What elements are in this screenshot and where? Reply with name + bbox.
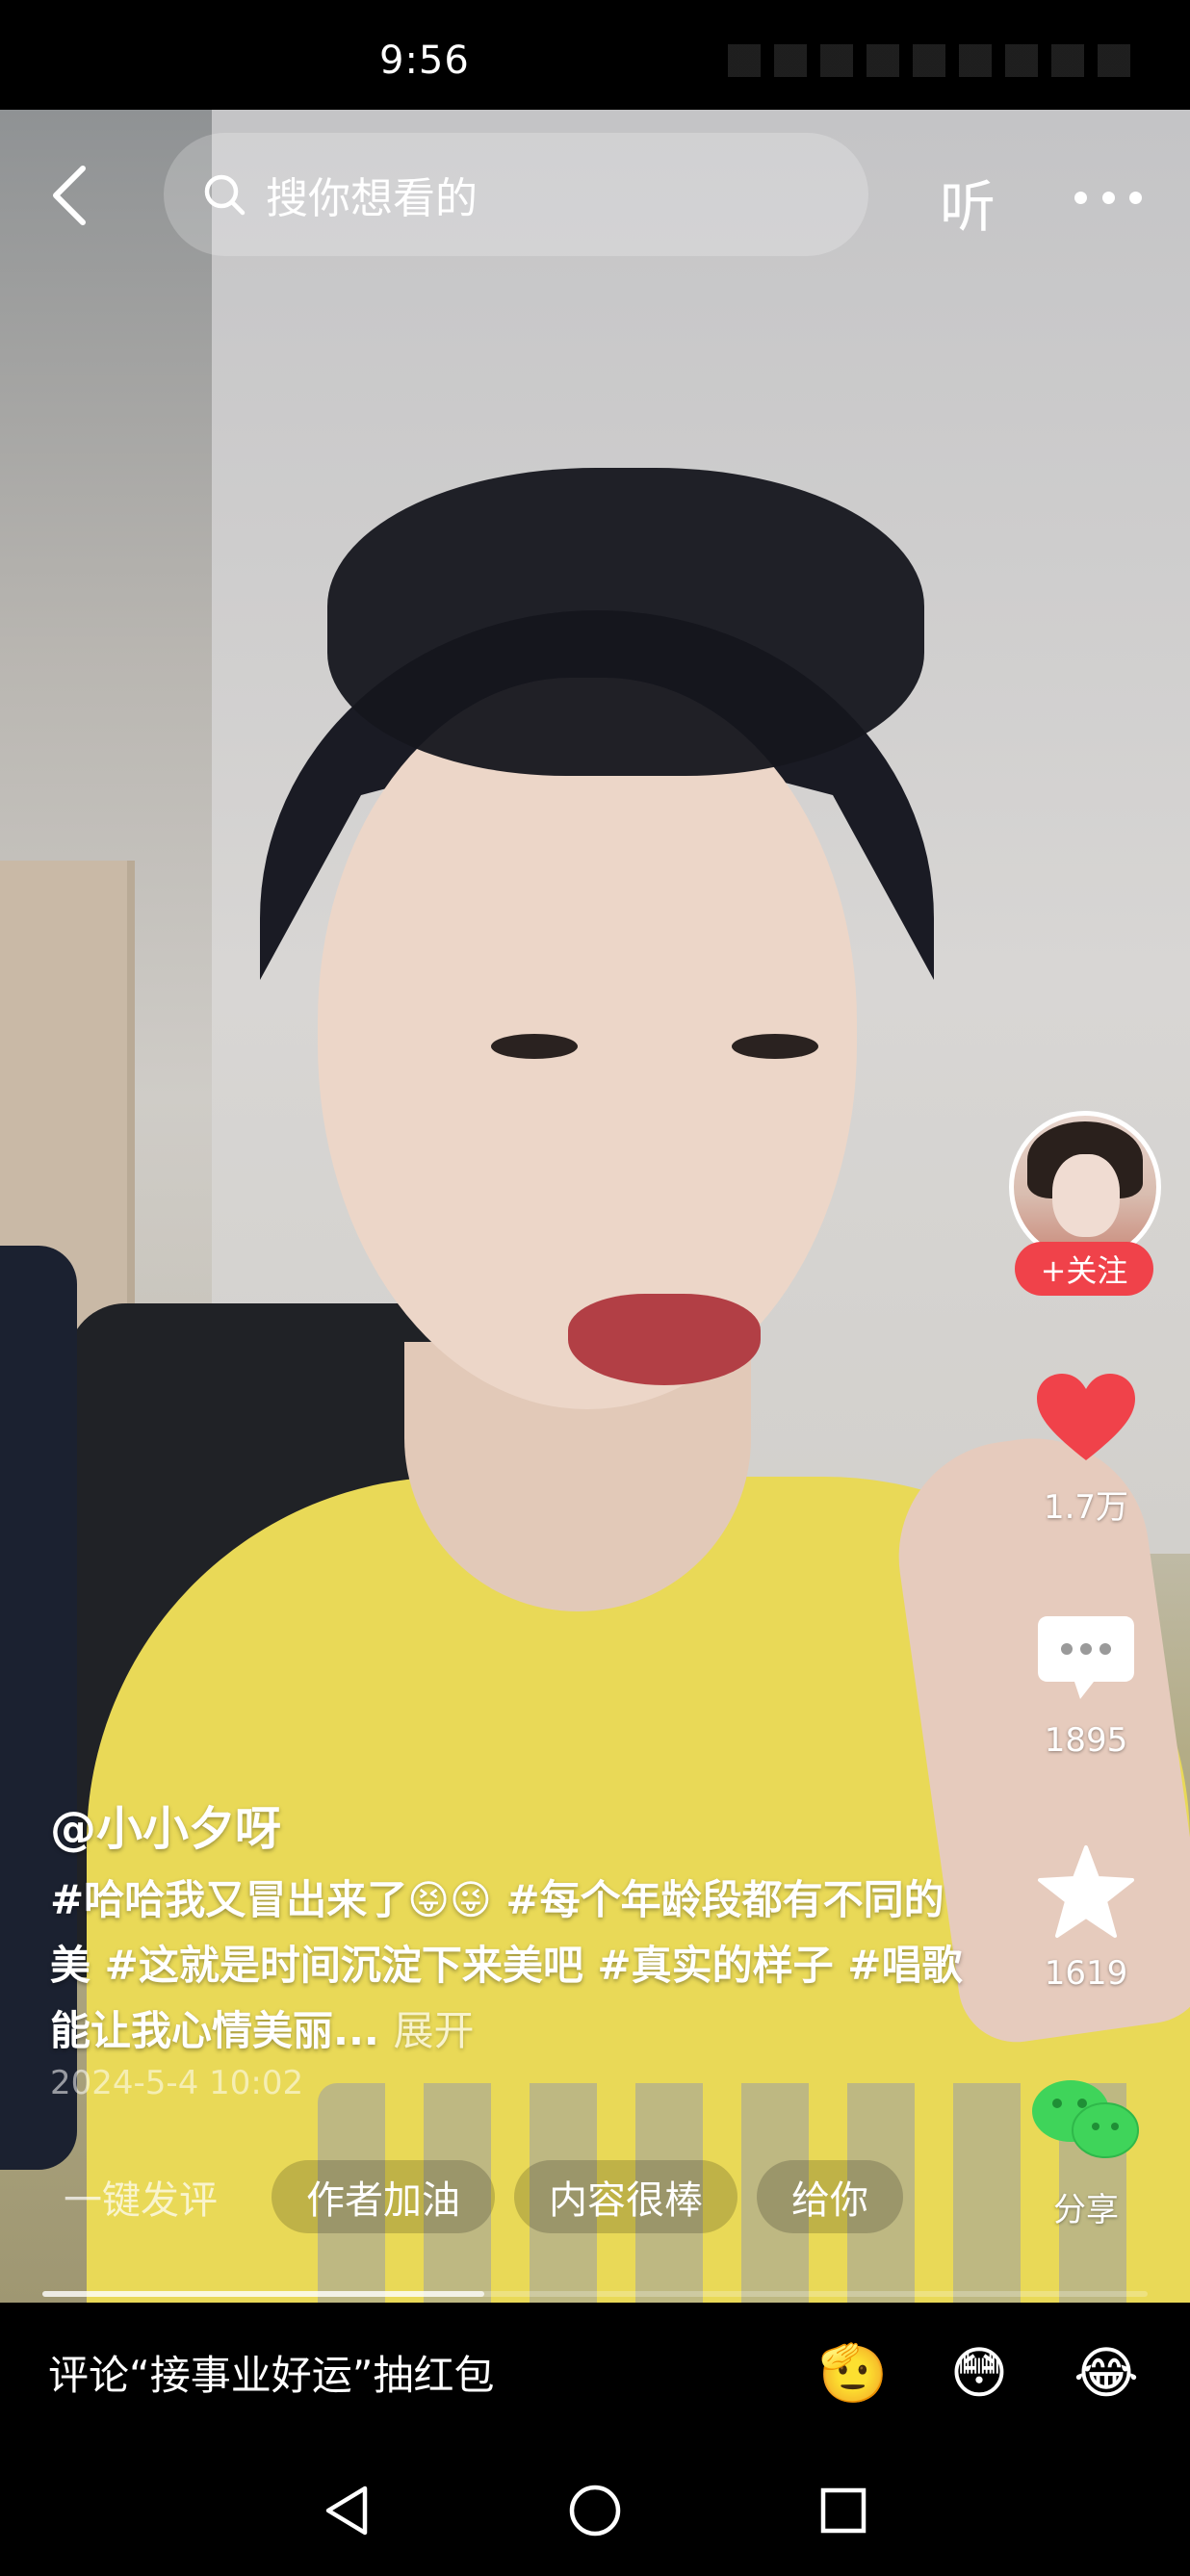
- video-mouth: [568, 1294, 761, 1385]
- video-eye-right: [732, 1034, 818, 1059]
- author-name[interactable]: @小小夕呀: [50, 1790, 281, 1858]
- wechat-icon: [1032, 2080, 1139, 2158]
- comment-icon: [1038, 1616, 1134, 1699]
- comment-button[interactable]: 1895: [1009, 1606, 1163, 1760]
- caption-text: #哈哈我又冒出来了😝😜 #每个年龄段都有不同的美 #这就是时间沉淀下来美吧 #真…: [50, 1876, 963, 2054]
- heart-icon: [1037, 1374, 1135, 1460]
- listen-button[interactable]: 听: [940, 162, 996, 243]
- emoji-laughing-button[interactable]: 😂: [1073, 2339, 1140, 2407]
- emoji-salute-button[interactable]: 🫡: [818, 2339, 888, 2407]
- comment-count: 1895: [1044, 1721, 1128, 1760]
- share-button[interactable]: 分享: [1009, 2068, 1163, 2230]
- avatar-face: [1052, 1154, 1120, 1237]
- status-icons: [728, 44, 1132, 77]
- back-button[interactable]: [40, 162, 98, 229]
- favorite-count: 1619: [1044, 1954, 1128, 1993]
- like-count: 1.7万: [1043, 1488, 1129, 1527]
- more-dot-icon: [1129, 191, 1142, 204]
- nav-back-button[interactable]: [318, 2482, 375, 2539]
- video-hair-bow: [327, 468, 924, 776]
- circle-home-icon: [569, 2485, 621, 2537]
- nav-home-button[interactable]: [566, 2482, 624, 2539]
- author-avatar[interactable]: [1009, 1111, 1161, 1263]
- video-eye-left: [491, 1034, 578, 1059]
- favorite-button[interactable]: 1619: [1009, 1839, 1163, 1993]
- quick-comment-chip[interactable]: 作者加油: [272, 2160, 495, 2233]
- video-caption[interactable]: #哈哈我又冒出来了😝😜 #每个年龄段都有不同的美 #这就是时间沉淀下来美吧 #真…: [50, 1868, 974, 2064]
- like-button[interactable]: 1.7万: [1009, 1365, 1163, 1528]
- playback-progress-bar[interactable]: [42, 2291, 1148, 2297]
- follow-button[interactable]: +关注: [1015, 1242, 1153, 1296]
- chevron-left-icon: [53, 166, 86, 225]
- star-icon: [1038, 1845, 1134, 1938]
- triangle-back-icon: [325, 2486, 368, 2536]
- more-dot-icon: [1074, 191, 1087, 204]
- search-icon: [204, 174, 246, 216]
- quick-comment-row: 一键发评 作者加油 内容很棒 给你: [29, 2160, 903, 2233]
- more-dot-icon: [1101, 191, 1115, 204]
- emoji-flushed-button[interactable]: 😳: [945, 2339, 1013, 2407]
- caption-expand-link[interactable]: 展开: [394, 2007, 475, 2054]
- share-label: 分享: [1053, 2191, 1119, 2229]
- comment-input[interactable]: 评论“接事业好运”抽红包: [48, 2343, 495, 2402]
- status-bar: 9:56: [0, 0, 1190, 110]
- quick-comment-one-tap[interactable]: 一键发评: [29, 2160, 252, 2233]
- quick-comment-chip[interactable]: 给你: [757, 2160, 903, 2233]
- quick-comment-chip[interactable]: 内容很棒: [514, 2160, 737, 2233]
- nav-recents-button[interactable]: [815, 2482, 872, 2539]
- search-input[interactable]: 搜你想看的: [164, 133, 868, 256]
- post-date: 2024-5-4 10:02: [50, 2064, 304, 2102]
- comment-bar: 评论“接事业好运”抽红包 🫡 😳 😂: [0, 2303, 1190, 2437]
- more-options-button[interactable]: [1074, 183, 1142, 212]
- square-recents-icon: [820, 2487, 867, 2534]
- status-time: 9:56: [379, 39, 470, 83]
- playback-progress-fill: [42, 2291, 485, 2297]
- search-placeholder: 搜你想看的: [266, 174, 478, 223]
- system-nav-bar: [0, 2437, 1190, 2576]
